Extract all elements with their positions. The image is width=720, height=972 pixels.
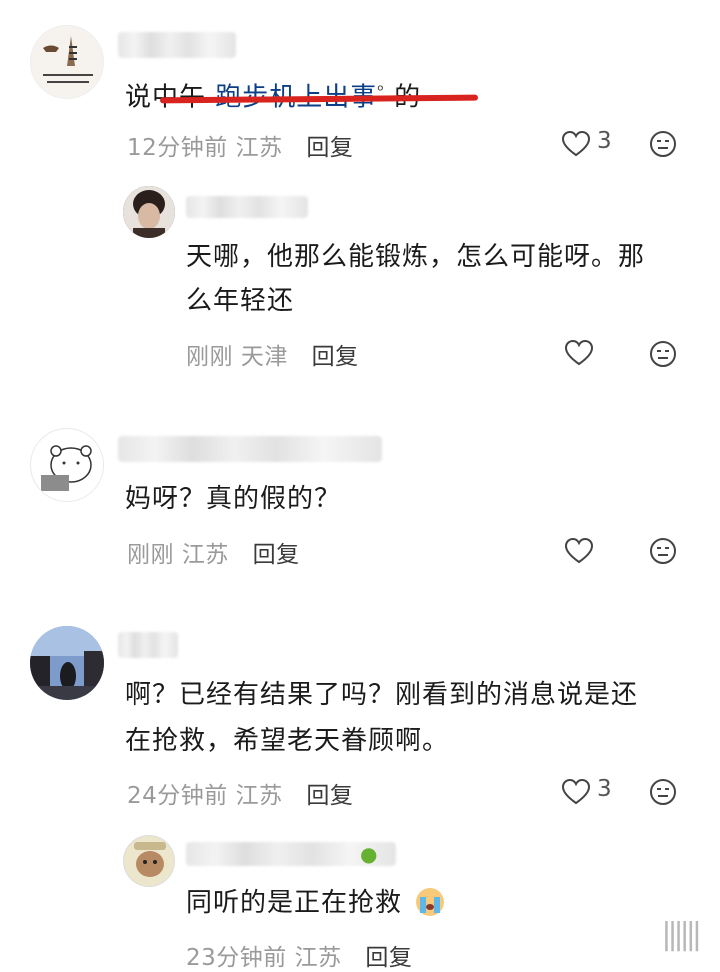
watermark-bars: ||||||	[661, 917, 702, 952]
avatar-image	[32, 430, 103, 501]
reply-button[interactable]: 回复	[306, 135, 353, 161]
username-blurred[interactable]	[118, 32, 236, 58]
avatar[interactable]	[123, 835, 175, 887]
avatar[interactable]	[30, 428, 104, 502]
comment-location: 江苏	[181, 542, 229, 568]
neutral-face-icon[interactable]	[649, 537, 677, 565]
heart-outline-icon[interactable]	[561, 130, 591, 158]
comment-meta: 刚刚 江苏 回复	[127, 535, 300, 569]
like-count: 3	[597, 776, 612, 802]
comment-time: 刚刚	[127, 542, 174, 568]
comment-meta: 刚刚 天津 回复	[186, 337, 359, 371]
reply-button[interactable]: 回复	[306, 783, 353, 809]
avatar-image	[123, 186, 175, 238]
neutral-face-icon[interactable]	[649, 340, 677, 368]
apple-emoji-icon: ●	[360, 842, 378, 866]
comment-text-line: 么年轻还	[186, 286, 295, 316]
comment-location: 江苏	[235, 135, 283, 161]
heart-outline-icon[interactable]	[564, 537, 594, 565]
reply-button[interactable]: 回复	[312, 344, 359, 370]
comment-text-line: 啊？已经有结果了吗？刚看到的消息说是还	[125, 680, 639, 710]
username-blurred[interactable]	[186, 196, 308, 218]
reply-button[interactable]: 回复	[365, 945, 412, 971]
username-blurred[interactable]	[118, 632, 178, 658]
reply-button[interactable]: 回复	[253, 542, 300, 568]
avatar-image	[124, 836, 174, 886]
comment-time: 刚刚	[186, 344, 233, 370]
comment-meta: 24分钟前 江苏 回复	[127, 776, 353, 810]
comment-text-line: 在抢救，希望老天眷顾啊。	[125, 726, 450, 756]
comment-meta: 12分钟前 江苏 回复	[127, 128, 353, 162]
comment-text: 说中午 跑步机上出事ᵒ 的	[125, 66, 421, 123]
comment-text-line: 天哪，他那么能锻炼，怎么可能呀。那	[186, 242, 646, 272]
comment-time: 12分钟前	[127, 135, 228, 161]
comment-text: 同听的是正在抢救	[186, 888, 403, 918]
comment-location: 天津	[240, 344, 288, 370]
avatar[interactable]	[30, 626, 104, 700]
avatar[interactable]	[123, 186, 175, 238]
comment-time: 23分钟前	[186, 945, 287, 971]
crying-emoji-icon	[416, 888, 444, 916]
avatar-image	[30, 626, 104, 700]
heart-outline-icon[interactable]	[561, 778, 591, 806]
avatar[interactable]	[30, 25, 104, 99]
neutral-face-icon[interactable]	[649, 130, 677, 158]
avatar-image	[31, 26, 103, 98]
username-blurred[interactable]	[118, 436, 382, 462]
comment-location: 江苏	[235, 783, 283, 809]
comment-text: 妈呀？真的假的？	[125, 484, 342, 514]
heart-outline-icon[interactable]	[564, 339, 594, 367]
comment-time: 24分钟前	[127, 783, 228, 809]
comment-location: 江苏	[294, 945, 342, 971]
comment-meta: 23分钟前 江苏 回复	[186, 938, 412, 972]
neutral-face-icon[interactable]	[649, 778, 677, 806]
like-count: 3	[597, 128, 612, 154]
